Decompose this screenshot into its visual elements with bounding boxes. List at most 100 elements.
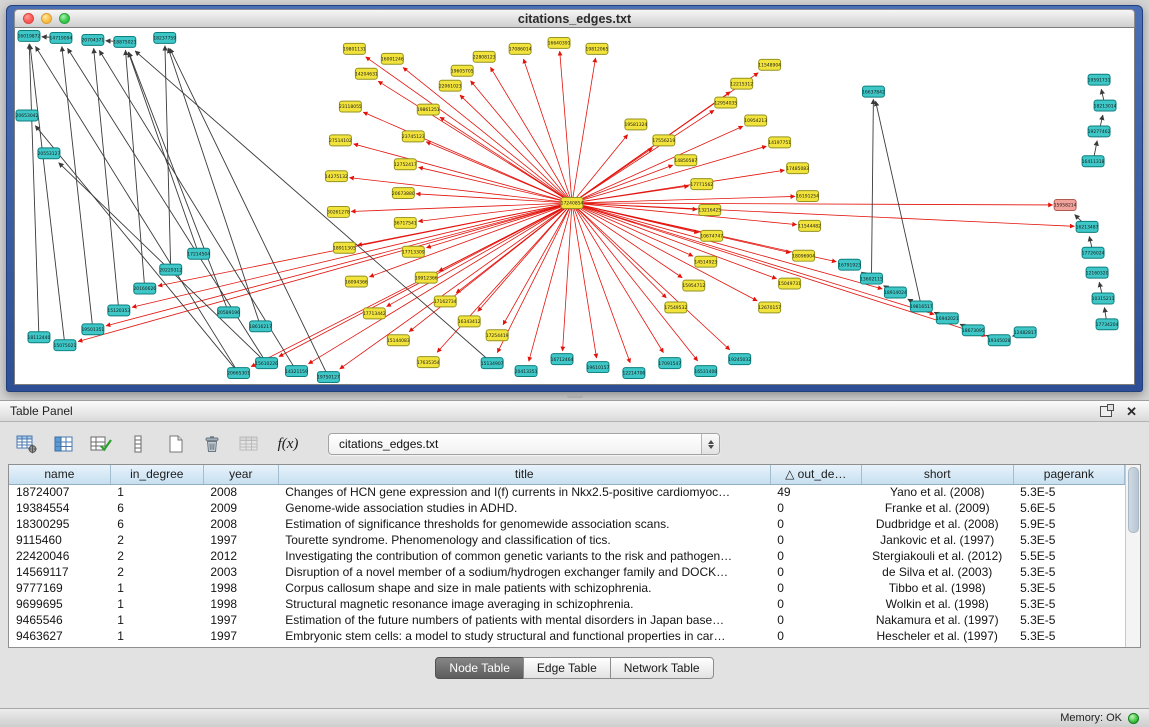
graph-node[interactable]: 17713442: [363, 308, 386, 319]
graph-node[interactable]: 12670157: [758, 302, 781, 313]
graph-node[interactable]: 16531408: [694, 366, 717, 377]
close-panel-icon[interactable]: ✕: [1126, 405, 1137, 418]
table-row[interactable]: 969969511998Structural magnetic resonanc…: [9, 596, 1125, 612]
graph-node[interactable]: 20704371: [81, 34, 104, 45]
graph-node[interactable]: 16213487: [1076, 221, 1099, 232]
graph-node[interactable]: 20553127: [38, 148, 61, 159]
panel-splitter[interactable]: [0, 392, 1149, 400]
graph-node[interactable]: 18673095: [962, 325, 985, 336]
graph-node[interactable]: 16942021: [936, 313, 959, 324]
graph-node[interactable]: 16001246: [381, 53, 404, 64]
graph-node[interactable]: 14204631: [355, 68, 378, 79]
new-document-button[interactable]: [162, 431, 188, 457]
graph-node[interactable]: 10315211: [1092, 293, 1115, 304]
graph-node[interactable]: 19801131: [343, 43, 366, 54]
graph-node[interactable]: 16411318: [1082, 156, 1105, 167]
table-scrollbar[interactable]: [1125, 465, 1140, 647]
graph-node[interactable]: 19245032: [728, 354, 751, 365]
graph-node[interactable]: 10954213: [744, 115, 767, 126]
graph-node[interactable]: 20665301: [227, 368, 250, 379]
graph-node[interactable]: 19591731: [1088, 74, 1111, 85]
graph-node[interactable]: 17734204: [1096, 319, 1119, 330]
graph-node[interactable]: 17086014: [509, 43, 532, 54]
graph-node[interactable]: 12160320: [1086, 267, 1109, 278]
graph-node[interactable]: 14850587: [674, 155, 697, 166]
graph-node[interactable]: 12215312: [730, 78, 753, 89]
graph-node[interactable]: 15049731: [778, 278, 801, 289]
column-header-name[interactable]: name: [9, 465, 110, 484]
graph-node[interactable]: 19605705: [451, 65, 474, 76]
network-window-titlebar[interactable]: citations_edges.txt: [14, 9, 1135, 28]
minimize-window-button[interactable]: [41, 13, 52, 24]
graph-node[interactable]: 19812065: [586, 43, 609, 54]
graph-node[interactable]: 20229312: [159, 264, 182, 275]
graph-node[interactable]: 16640391: [548, 37, 571, 48]
table-mode-button[interactable]: [14, 431, 40, 457]
network-table-selector[interactable]: citations_edges.txt: [328, 433, 720, 455]
graph-node[interactable]: 15075021: [54, 340, 77, 351]
graph-node[interactable]: 17556219: [652, 135, 675, 146]
graph-node[interactable]: 17549532: [664, 302, 687, 313]
graph-node[interactable]: 17771562: [690, 179, 713, 190]
graph-node[interactable]: 17091547: [658, 358, 681, 369]
graph-node[interactable]: 13216425: [698, 205, 721, 216]
column-header-short[interactable]: short: [861, 465, 1013, 484]
graph-node[interactable]: 18875023: [113, 36, 136, 47]
column-header-in_degree[interactable]: in_degree: [110, 465, 203, 484]
tab-network-table[interactable]: Network Table: [610, 657, 714, 679]
scrollbar-thumb[interactable]: [1128, 467, 1139, 533]
graph-node[interactable]: 14197751: [768, 137, 791, 148]
table-row[interactable]: 2242004622012Investigating the contribut…: [9, 548, 1125, 564]
table-row[interactable]: 946362711997Embryonic stem cells: a mode…: [9, 628, 1125, 644]
graph-node[interactable]: 18112440: [28, 332, 51, 343]
table-row[interactable]: 946554611997Estimation of the future num…: [9, 612, 1125, 628]
graph-node[interactable]: 17254419: [486, 330, 509, 341]
graph-node[interactable]: 17485083: [786, 163, 809, 174]
graph-node[interactable]: 18237759: [153, 32, 176, 43]
zoom-window-button[interactable]: [59, 13, 70, 24]
graph-node[interactable]: 14275132: [325, 171, 348, 182]
import-table-button[interactable]: [236, 431, 262, 457]
graph-node[interactable]: 18213014: [1094, 100, 1117, 111]
network-svg[interactable]: 1724085422061023198612512374512312752417…: [15, 28, 1134, 384]
graph-node[interactable]: 18616217: [249, 321, 272, 332]
graph-node[interactable]: 12752417: [394, 159, 417, 170]
row-height-button[interactable]: [125, 431, 151, 457]
graph-node[interactable]: 12214706: [622, 368, 645, 379]
graph-node[interactable]: 11548904: [758, 59, 781, 70]
graph-node[interactable]: 20589196: [217, 307, 240, 318]
edit-columns-button[interactable]: [88, 431, 114, 457]
graph-node[interactable]: 17162734: [434, 296, 457, 307]
graph-node[interactable]: 17214504: [187, 248, 210, 259]
graph-node[interactable]: 20653042: [16, 110, 39, 121]
graph-node[interactable]: 19816517: [910, 301, 933, 312]
delete-button[interactable]: [199, 431, 225, 457]
table-row[interactable]: 1830029562008Estimation of significance …: [9, 516, 1125, 532]
table-row[interactable]: 911546021997Tourette syndrome. Phenomeno…: [9, 532, 1125, 548]
table-row[interactable]: 1872400712008Changes of HCN gene express…: [9, 484, 1125, 500]
column-header-year[interactable]: year: [203, 465, 278, 484]
graph-node[interactable]: 15610226: [255, 358, 278, 369]
graph-node[interactable]: 15134907: [481, 358, 504, 369]
graph-node[interactable]: 16791923: [838, 259, 861, 270]
graph-node[interactable]: 20160626: [133, 283, 156, 294]
graph-node[interactable]: 14719094: [50, 32, 73, 43]
graph-node[interactable]: 17726024: [1082, 247, 1105, 258]
graph-node[interactable]: 18096904: [792, 250, 815, 261]
float-panel-icon[interactable]: [1100, 406, 1112, 417]
graph-node[interactable]: 17635354: [417, 357, 440, 368]
graph-node[interactable]: 27514102: [329, 135, 352, 146]
graph-node[interactable]: 22808123: [473, 51, 496, 62]
graph-node[interactable]: 20413351: [515, 366, 538, 377]
table-row[interactable]: 977716911998Corpus callosum shape and si…: [9, 580, 1125, 596]
graph-node[interactable]: 23118055: [339, 101, 362, 112]
graph-node[interactable]: 19861251: [417, 104, 440, 115]
graph-node[interactable]: 15144083: [387, 335, 410, 346]
column-header-pagerank[interactable]: pagerank: [1013, 465, 1124, 484]
graph-node[interactable]: 16712464: [551, 354, 574, 365]
graph-node[interactable]: 16191254: [796, 191, 819, 202]
graph-node[interactable]: 19501351: [81, 324, 104, 335]
graph-node[interactable]: 12954035: [714, 97, 737, 108]
graph-node[interactable]: 18911305: [333, 242, 356, 253]
graph-node[interactable]: 19750127: [317, 372, 340, 383]
